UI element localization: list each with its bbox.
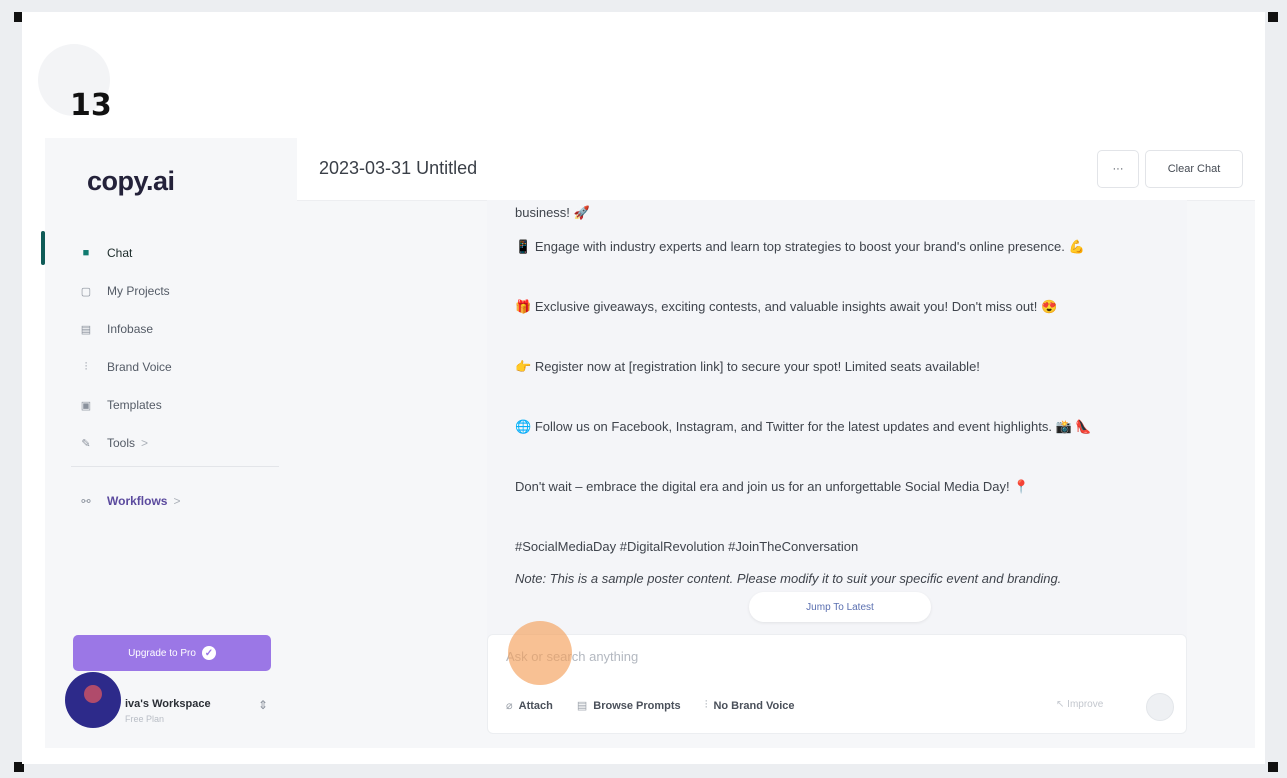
sidebar-item-label: Chat: [107, 246, 133, 260]
wand-icon: ↖: [1056, 699, 1065, 710]
chat-icon: ■: [82, 247, 90, 259]
sidebar-item-label: Workflows: [107, 494, 168, 508]
camera-icon: 📸 👠: [1055, 419, 1092, 434]
message-text: Note: This is a sample poster content. P…: [515, 571, 1062, 586]
phone-icon: 📱: [515, 239, 532, 254]
corner-marker: [1268, 762, 1278, 772]
sidebar-item-templates[interactable]: ▣ Templates: [79, 386, 279, 424]
switch-icon[interactable]: ⇕: [258, 698, 268, 712]
chevron-right-icon: >: [141, 436, 149, 450]
send-button[interactable]: [1146, 693, 1174, 721]
heart-eyes-icon: 😍: [1040, 299, 1058, 314]
workspace-plan: Free Plan: [125, 714, 165, 724]
avatar-dot: [84, 685, 102, 703]
improve-button[interactable]: ↖ Improve: [1056, 699, 1103, 710]
active-indicator: [41, 231, 45, 265]
browse-prompts-button[interactable]: ▤ Browse Prompts: [576, 699, 681, 713]
upgrade-button[interactable]: Upgrade to Pro ✓: [73, 635, 271, 671]
step-number: 13: [70, 88, 112, 123]
sidebar-item-label: Templates: [107, 398, 162, 412]
sidebar-item-label: Tools: [107, 436, 136, 450]
chevron-right-icon: >: [173, 494, 181, 508]
workflows-icon: ⚯: [81, 495, 91, 508]
pointing-icon: 👉: [515, 359, 532, 374]
message-line: 📱 Engage with industry experts and learn…: [515, 236, 1115, 257]
jump-to-latest-button[interactable]: Jump To Latest: [749, 592, 931, 622]
attach-button[interactable]: ⌀ Attach: [506, 699, 553, 713]
message-text: Don't wait – embrace the digital era and…: [515, 479, 1010, 494]
brand-voice-button[interactable]: ⫶ No Brand Voice: [705, 699, 795, 712]
message-text: Engage with industry experts and learn t…: [534, 239, 1065, 254]
more-button[interactable]: ···: [1097, 150, 1139, 188]
check-icon: ✓: [201, 646, 216, 660]
prompts-icon: ▤: [576, 700, 588, 712]
projects-icon: ▢: [80, 285, 92, 298]
sidebar-item-label: Infobase: [107, 322, 154, 336]
message-line: Note: This is a sample poster content. P…: [515, 568, 1115, 589]
message-text: Register now at [registration link] to s…: [534, 359, 980, 374]
pin-icon: 📍: [1013, 479, 1030, 494]
brand-voice-icon: ⫶: [84, 360, 88, 373]
upgrade-label: Upgrade to Pro: [128, 647, 196, 659]
workspace-switcher[interactable]: iva's Workspace Free Plan ⇕: [65, 672, 278, 730]
brand-voice-icon: ⫶: [704, 699, 708, 711]
sidebar-item-label: My Projects: [107, 284, 170, 298]
sidebar-item-my-projects[interactable]: ▢ My Projects: [79, 272, 279, 310]
chat-messages: business! 🚀 📱 Engage with industry exper…: [487, 200, 1187, 640]
message-line: #SocialMediaDay #DigitalRevolution #Join…: [515, 536, 1115, 557]
sidebar-item-tools[interactable]: ✎ Tools >: [79, 424, 279, 462]
message-line: business! 🚀: [515, 202, 1115, 223]
message-line: 🌐 Follow us on Facebook, Instagram, and …: [515, 416, 1115, 437]
composer-toolbar: ⌀ Attach ▤ Browse Prompts ⫶ No Brand Voi…: [506, 699, 795, 712]
message-line: Don't wait – embrace the digital era and…: [515, 476, 1115, 497]
paperclip-icon: ⌀: [506, 700, 513, 712]
wrench-icon: ✎: [81, 437, 91, 450]
attach-label: Attach: [518, 699, 553, 712]
sidebar-nav: ■ Chat ▢ My Projects ▤ Infobase ⫶ Brand …: [79, 234, 279, 462]
browse-prompts-label: Browse Prompts: [593, 699, 681, 712]
avatar: [65, 672, 121, 728]
message-text: #SocialMediaDay #DigitalRevolution #Join…: [515, 539, 859, 554]
database-icon: ▤: [80, 323, 92, 336]
page-title[interactable]: 2023-03-31 Untitled: [319, 158, 477, 179]
sidebar-item-chat[interactable]: ■ Chat: [79, 234, 279, 272]
corner-marker: [1268, 12, 1278, 22]
main-panel: 2023-03-31 Untitled ··· Clear Chat busin…: [297, 138, 1255, 748]
tap-indicator: [508, 621, 572, 685]
gift-icon: 🎁: [515, 299, 532, 314]
sidebar-item-infobase[interactable]: ▤ Infobase: [79, 310, 279, 348]
globe-icon: 🌐: [515, 419, 532, 434]
clear-chat-button[interactable]: Clear Chat: [1145, 150, 1243, 188]
message-text: Exclusive giveaways, exciting contests, …: [534, 299, 1038, 314]
message-text: business!: [515, 205, 570, 220]
sidebar: copy.ai ■ Chat ▢ My Projects ▤ Infobase …: [41, 138, 297, 748]
sidebar-item-label: Brand Voice: [107, 360, 172, 374]
workspace-name: iva's Workspace: [125, 698, 211, 710]
sidebar-divider: [71, 466, 279, 467]
rocket-icon: 🚀: [573, 205, 590, 220]
copyai-app: copy.ai ■ Chat ▢ My Projects ▤ Infobase …: [41, 138, 1255, 748]
muscle-icon: 💪: [1068, 239, 1085, 254]
brand-voice-label: No Brand Voice: [713, 699, 795, 712]
improve-label: Improve: [1067, 699, 1104, 710]
sidebar-item-workflows[interactable]: ⚯ Workflows >: [79, 482, 180, 520]
header: 2023-03-31 Untitled ··· Clear Chat: [297, 138, 1255, 201]
composer: Ask or search anything ⌀ Attach ▤ Browse…: [487, 621, 1187, 734]
sidebar-item-brand-voice[interactable]: ⫶ Brand Voice: [79, 348, 279, 386]
message-line: 🎁 Exclusive giveaways, exciting contests…: [515, 296, 1115, 317]
message-line: 👉 Register now at [registration link] to…: [515, 356, 1115, 377]
message-text: Follow us on Facebook, Instagram, and Tw…: [534, 419, 1052, 434]
app-logo[interactable]: copy.ai: [87, 166, 175, 197]
templates-icon: ▣: [80, 399, 92, 412]
